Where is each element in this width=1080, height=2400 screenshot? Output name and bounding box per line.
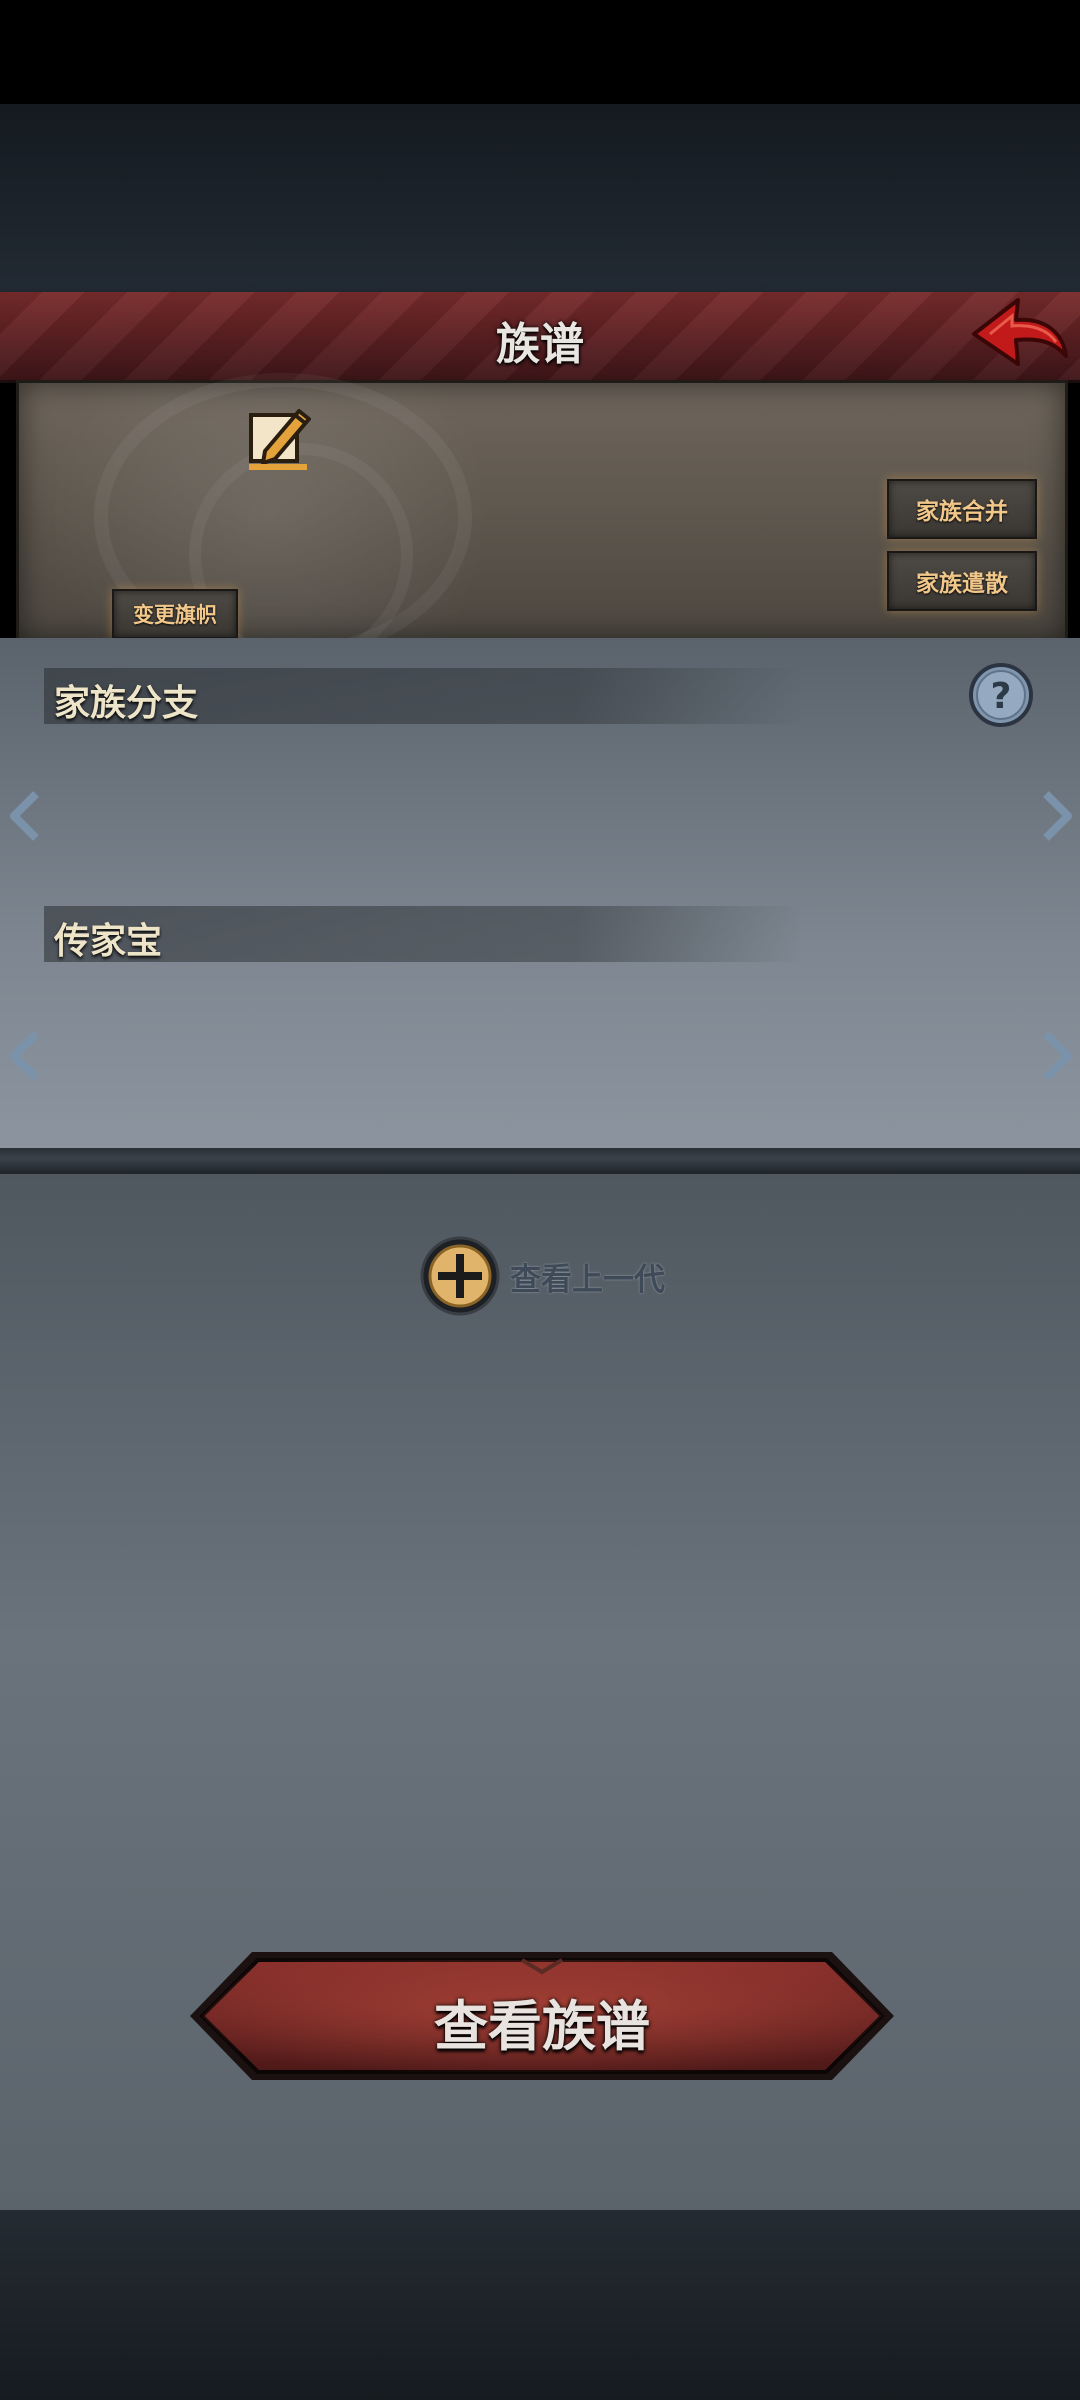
family-tree-area: 查看上一代 查看族谱 bbox=[0, 1174, 1080, 2210]
heirloom-next-arrow-icon[interactable] bbox=[1040, 1030, 1074, 1082]
branches-prev-arrow-icon[interactable] bbox=[8, 790, 42, 842]
question-mark-icon[interactable]: ? bbox=[968, 662, 1034, 728]
heirloom-prev-arrow-icon[interactable] bbox=[8, 1030, 42, 1082]
plus-circle-icon[interactable] bbox=[418, 1234, 502, 1318]
heirloom-header: 传家宝 bbox=[44, 906, 804, 962]
back-arrow-icon[interactable] bbox=[970, 294, 1070, 374]
view-family-tree-label: 查看族谱 bbox=[434, 1995, 650, 2058]
heirloom-title: 传家宝 bbox=[54, 921, 163, 962]
family-disband-button[interactable]: 家族遣散 bbox=[887, 551, 1037, 611]
top-background bbox=[0, 104, 1080, 292]
page-title: 族谱 bbox=[496, 319, 584, 370]
family-merge-button[interactable]: 家族合并 bbox=[887, 479, 1037, 539]
view-family-tree-button[interactable]: 查看族谱 bbox=[182, 1946, 902, 2086]
branches-header: 家族分支 bbox=[44, 668, 804, 724]
branches-title: 家族分支 bbox=[54, 683, 199, 724]
section-divider bbox=[0, 1148, 1080, 1174]
title-bar: 族谱 bbox=[0, 292, 1080, 383]
view-previous-generation-label: 查看上一代 bbox=[510, 1261, 665, 1298]
status-bar bbox=[0, 0, 1080, 104]
view-previous-generation[interactable]: 查看上一代 bbox=[418, 1234, 665, 1318]
family-banner-panel: 家族合并 家族遣散 变更旗帜 bbox=[16, 373, 1068, 667]
svg-text:?: ? bbox=[991, 676, 1012, 717]
branches-next-arrow-icon[interactable] bbox=[1040, 790, 1074, 842]
bottom-background bbox=[0, 2210, 1080, 2400]
edit-pencil-icon[interactable] bbox=[245, 403, 315, 473]
change-flag-button[interactable]: 变更旗帜 bbox=[112, 589, 238, 639]
sections-area: 家族分支 ? 传家宝 bbox=[0, 638, 1080, 1152]
